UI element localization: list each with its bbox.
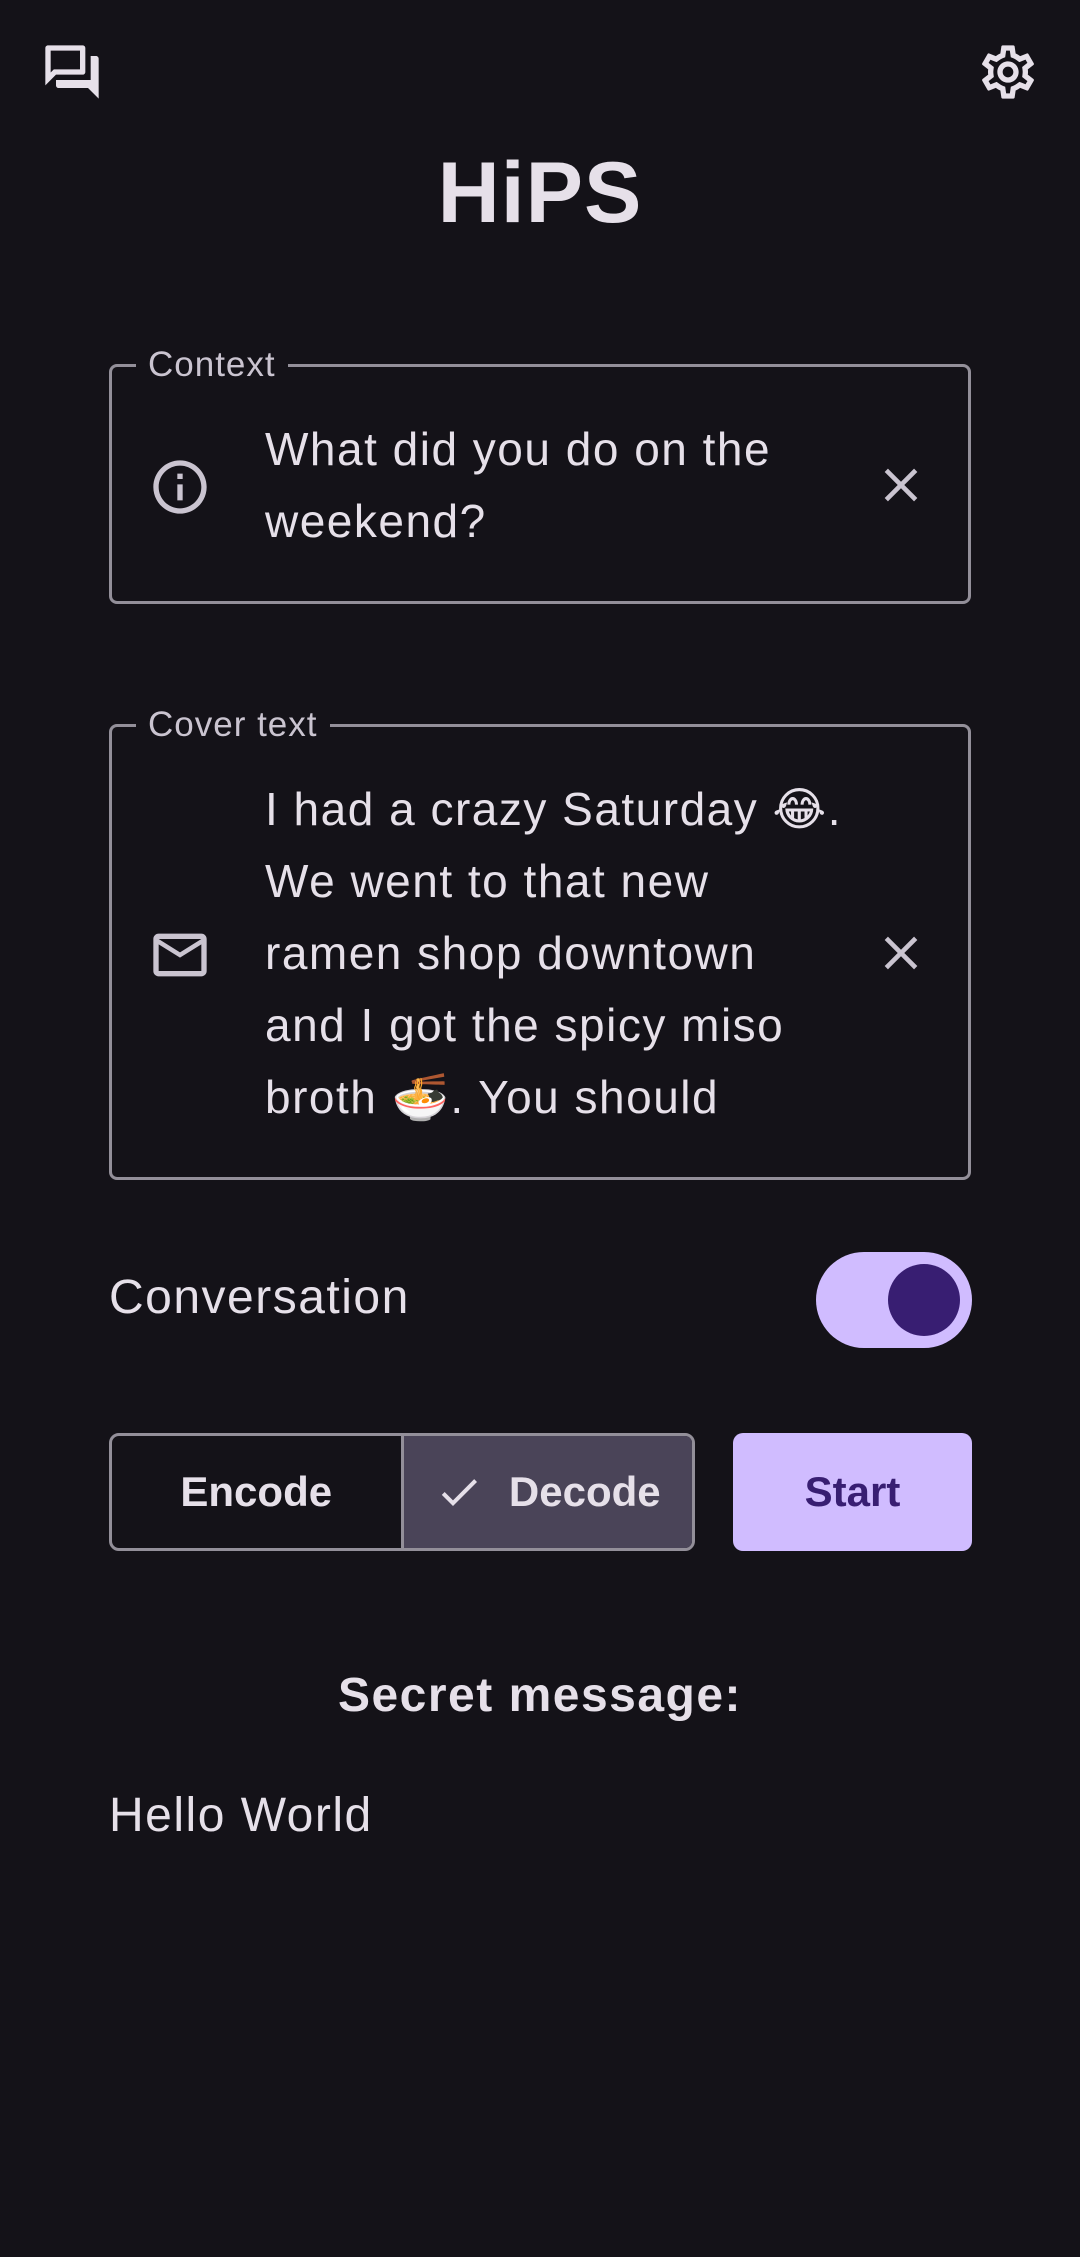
cover-text-input[interactable]: I had a crazy Saturday 😂. We went to tha…	[265, 773, 845, 1133]
context-clear-button[interactable]	[865, 451, 937, 523]
cover-text-clear-button[interactable]	[865, 919, 937, 991]
mode-segmented-button: Encode Decode	[109, 1433, 695, 1551]
close-icon	[873, 925, 929, 986]
encode-option[interactable]: Encode	[112, 1436, 401, 1548]
gear-icon[interactable]	[972, 36, 1044, 108]
close-icon	[873, 457, 929, 518]
context-field-label: Context	[136, 343, 288, 387]
secret-message-value: Hello World	[109, 1789, 373, 1842]
app-title: HiPS	[437, 145, 643, 241]
conversation-label: Conversation	[109, 1271, 410, 1324]
context-input[interactable]: What did you do on the weekend?	[265, 413, 845, 557]
secret-message-heading: Secret message:	[337, 1669, 743, 1722]
conversations-icon[interactable]	[36, 36, 108, 108]
decode-option[interactable]: Decode	[400, 1436, 692, 1548]
conversation-switch[interactable]	[816, 1252, 972, 1348]
cover-text-field[interactable]: Cover text I had a crazy Saturday 😂. We …	[109, 703, 971, 1180]
start-button[interactable]: Start	[733, 1433, 972, 1551]
decode-option-label: Decode	[508, 1468, 661, 1515]
info-icon	[144, 451, 216, 523]
check-icon	[435, 1468, 483, 1516]
encode-option-label: Encode	[180, 1468, 333, 1515]
cover-text-field-label: Cover text	[136, 703, 330, 747]
context-field[interactable]: Context What did you do on the weekend?	[109, 343, 971, 604]
switch-thumb	[888, 1264, 960, 1336]
mail-icon	[144, 919, 216, 991]
